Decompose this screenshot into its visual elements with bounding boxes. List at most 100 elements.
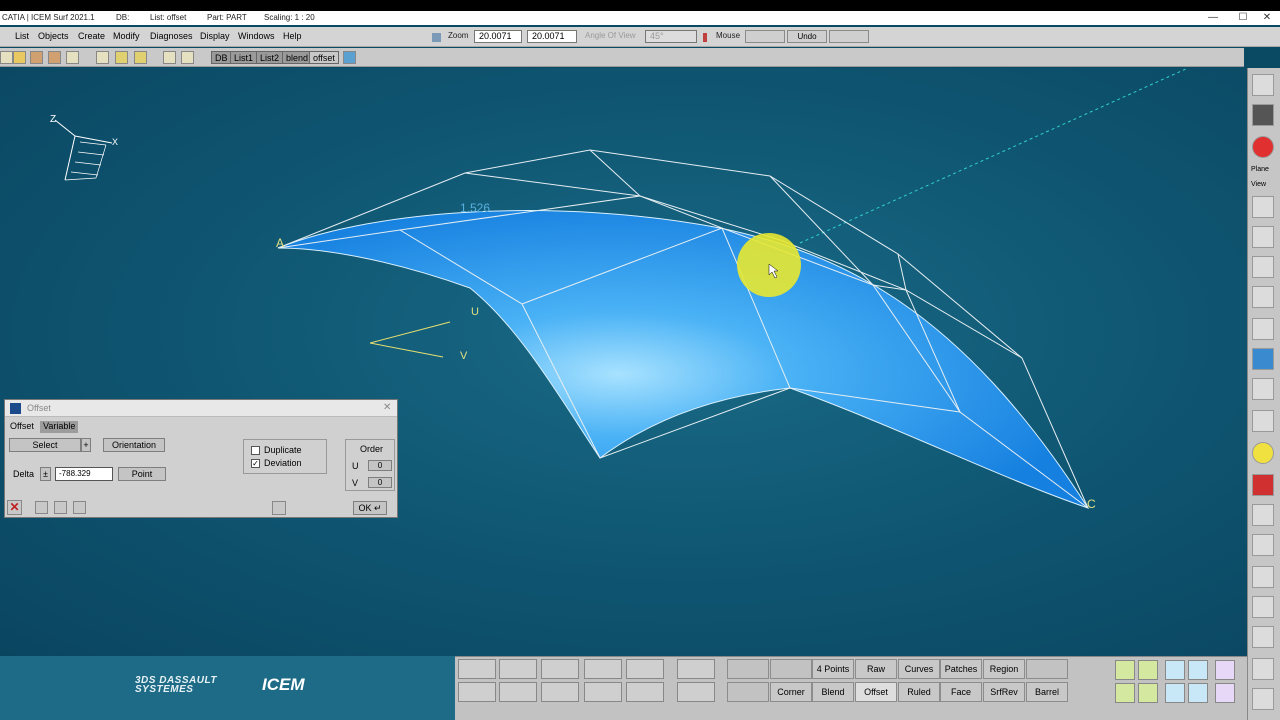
eye-icon[interactable] bbox=[541, 659, 579, 679]
magnify-icon[interactable] bbox=[1252, 534, 1274, 556]
cancel-x-icon[interactable]: ✕ bbox=[7, 500, 22, 515]
curve-icon[interactable] bbox=[541, 682, 579, 702]
select-plus-button[interactable]: + bbox=[81, 438, 91, 452]
tab-offset-dialog[interactable]: Offset bbox=[7, 421, 37, 433]
raw-button[interactable]: Raw bbox=[855, 659, 897, 679]
more-tools-icon[interactable] bbox=[1252, 658, 1274, 680]
sphere-icon[interactable] bbox=[626, 682, 664, 702]
grid-icon[interactable] bbox=[1252, 596, 1274, 618]
paste-icon[interactable] bbox=[134, 51, 147, 64]
copy-icon[interactable] bbox=[115, 51, 128, 64]
barrel-button[interactable]: Barrel bbox=[1026, 682, 1068, 702]
curve-tool-1-icon[interactable] bbox=[1115, 660, 1135, 680]
list-icon[interactable] bbox=[163, 51, 176, 64]
menu-help[interactable]: Help bbox=[283, 31, 302, 41]
curve-tool-icon[interactable] bbox=[1252, 566, 1274, 588]
snowflake-red-icon[interactable] bbox=[677, 682, 715, 702]
cut-icon[interactable] bbox=[96, 51, 109, 64]
tab-variable[interactable]: Variable bbox=[40, 421, 79, 433]
menu-modify[interactable]: Modify bbox=[113, 31, 140, 41]
view-axis-icon[interactable] bbox=[1252, 318, 1274, 340]
expand-icon[interactable] bbox=[272, 501, 286, 515]
info-icon[interactable] bbox=[35, 501, 48, 514]
plus-minus-button[interactable]: ± bbox=[40, 467, 51, 481]
view-iso-icon[interactable] bbox=[1252, 286, 1274, 308]
tab-list2[interactable]: List2 bbox=[256, 51, 284, 64]
align-icon[interactable] bbox=[181, 51, 194, 64]
blend-button[interactable]: Blend bbox=[812, 682, 854, 702]
duplicate-checkbox[interactable] bbox=[251, 446, 260, 455]
srfrev-button[interactable]: SrfRev bbox=[983, 682, 1025, 702]
create-point-icon[interactable] bbox=[458, 659, 496, 679]
box-view-icon[interactable] bbox=[499, 659, 537, 679]
snap-icon[interactable] bbox=[1252, 688, 1274, 710]
shade-icon[interactable] bbox=[1252, 104, 1274, 126]
print-icon[interactable] bbox=[66, 51, 79, 64]
save-as-icon[interactable] bbox=[48, 51, 61, 64]
add-tab-icon[interactable] bbox=[343, 51, 356, 64]
zoom-field-1[interactable]: 20.0071 bbox=[474, 30, 522, 43]
minimize-button[interactable]: — bbox=[1198, 11, 1228, 25]
orientation-button[interactable]: Orientation bbox=[103, 438, 165, 452]
dialog-title-bar[interactable]: Offset ✕ bbox=[5, 400, 397, 417]
color-icon[interactable] bbox=[1252, 136, 1274, 158]
trash-icon[interactable] bbox=[584, 682, 622, 702]
menu-list[interactable]: List bbox=[15, 31, 29, 41]
curve-tool-8-icon[interactable] bbox=[1165, 683, 1185, 703]
blue-surface[interactable] bbox=[277, 210, 1090, 509]
3d-viewport[interactable]: Z X A C U V 1.526 bbox=[0, 68, 1247, 656]
close-button[interactable]: ✕ bbox=[1252, 11, 1280, 25]
new-icon[interactable] bbox=[0, 51, 13, 64]
4-points-button[interactable]: 4 Points bbox=[812, 659, 854, 679]
curve-tool-2-icon[interactable] bbox=[1138, 660, 1158, 680]
menu-diagnoses[interactable]: Diagnoses bbox=[150, 31, 193, 41]
select-red-icon[interactable] bbox=[1252, 474, 1274, 496]
curve-tool-9-icon[interactable] bbox=[1188, 683, 1208, 703]
mouse-field[interactable] bbox=[745, 30, 785, 43]
menu-create[interactable]: Create bbox=[78, 31, 105, 41]
corner-button[interactable]: Corner bbox=[770, 682, 812, 702]
save-icon[interactable] bbox=[30, 51, 43, 64]
undo-button[interactable]: Undo bbox=[787, 30, 827, 43]
curve-tool-6-icon[interactable] bbox=[1115, 683, 1135, 703]
view-side-icon[interactable] bbox=[1252, 226, 1274, 248]
curve-tool-3-icon[interactable] bbox=[1165, 660, 1185, 680]
curve-tool-5-icon[interactable] bbox=[1215, 660, 1235, 680]
eraser-icon[interactable] bbox=[1252, 348, 1274, 370]
measure-icon[interactable] bbox=[1252, 378, 1274, 400]
menu-windows[interactable]: Windows bbox=[238, 31, 275, 41]
zoom-tool-icon[interactable] bbox=[1252, 410, 1274, 432]
redo-button[interactable] bbox=[829, 30, 869, 43]
delta-input[interactable]: -788.329 bbox=[55, 467, 113, 481]
menu-display[interactable]: Display bbox=[200, 31, 230, 41]
curve-tool-7-icon[interactable] bbox=[1138, 683, 1158, 703]
network-icon[interactable] bbox=[584, 659, 622, 679]
folder-icon[interactable] bbox=[458, 682, 496, 702]
v-order-select[interactable]: 0 bbox=[368, 477, 392, 488]
render-icon[interactable] bbox=[1252, 74, 1274, 96]
deviation-checkbox[interactable]: ✓ bbox=[251, 459, 260, 468]
u-order-select[interactable]: 0 bbox=[368, 460, 392, 471]
view-front-icon[interactable] bbox=[1252, 196, 1274, 218]
ok-button[interactable]: OK ↵ bbox=[353, 501, 387, 515]
view-top-icon[interactable] bbox=[1252, 256, 1274, 278]
zoom-field-2[interactable]: 20.0071 bbox=[527, 30, 577, 43]
snowflake-icon[interactable] bbox=[677, 659, 715, 679]
point-button[interactable]: Point bbox=[118, 467, 166, 481]
edit-icon[interactable] bbox=[626, 659, 664, 679]
options-icon[interactable] bbox=[73, 501, 86, 514]
axis-tool-icon[interactable] bbox=[1252, 626, 1274, 648]
open-folder-icon[interactable] bbox=[13, 51, 26, 64]
tab-db[interactable]: DB bbox=[211, 51, 232, 64]
tab-blend[interactable]: blend bbox=[282, 51, 313, 64]
face-button[interactable]: Face bbox=[940, 682, 982, 702]
region-button[interactable]: Region bbox=[983, 659, 1025, 679]
curve-tool-10-icon[interactable] bbox=[1215, 683, 1235, 703]
menu-objects[interactable]: Objects bbox=[38, 31, 69, 41]
patches-button[interactable]: Patches bbox=[940, 659, 982, 679]
offset-button[interactable]: Offset bbox=[855, 682, 897, 702]
select-button[interactable]: Select bbox=[9, 438, 81, 452]
move-icon[interactable] bbox=[499, 682, 537, 702]
tab-list1[interactable]: List1 bbox=[230, 51, 258, 64]
preview-icon[interactable] bbox=[54, 501, 67, 514]
